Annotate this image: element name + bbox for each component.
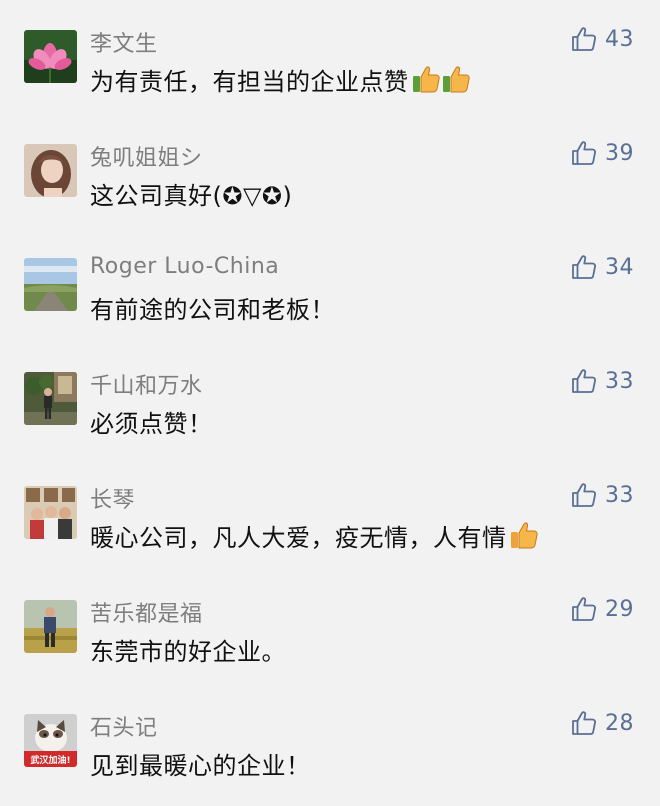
thumbs-up-outline-icon <box>572 255 596 279</box>
like-count: 34 <box>605 254 634 280</box>
like-count: 28 <box>605 710 634 736</box>
thumbs-up-outline-icon <box>572 711 596 735</box>
like-count: 29 <box>605 596 634 622</box>
avatar-badge-text: 武汉加油! <box>30 754 70 766</box>
like-button[interactable]: 34 <box>571 254 634 280</box>
comment-item: 兔叽姐姐シ 这公司真好(✪▽✪) 39 <box>0 141 660 258</box>
thumbs-up-outline-icon <box>572 369 596 393</box>
comment-item: 武汉加油! 石头记 见到最暖心的企业！ 28 <box>0 711 660 806</box>
like-count: 39 <box>605 140 634 166</box>
thumbs-up-outline-icon <box>572 141 596 165</box>
comment-item: 千山和万水 必须点赞！ 33 <box>0 369 660 486</box>
comment-text-body: 为有责任，有担当的企业点赞 <box>90 68 409 96</box>
username[interactable]: 千山和万水 <box>90 368 203 400</box>
like-button[interactable]: 28 <box>571 710 634 736</box>
avatar[interactable] <box>24 144 77 197</box>
thumbs-up-emoji-icon <box>509 520 539 556</box>
username[interactable]: 长琴 <box>90 482 135 514</box>
thumbs-up-outline-icon <box>572 27 596 51</box>
avatar[interactable] <box>24 372 77 425</box>
comment-text: 这公司真好(✪▽✪) <box>90 176 292 211</box>
thumbs-up-outline-icon <box>572 597 596 621</box>
comment-text: 有前途的公司和老板！ <box>90 290 335 325</box>
like-count: 43 <box>605 26 634 52</box>
like-button[interactable]: 33 <box>571 368 634 394</box>
avatar[interactable] <box>24 30 77 83</box>
username[interactable]: 兔叽姐姐シ <box>90 140 203 172</box>
avatar[interactable] <box>24 600 77 653</box>
avatar[interactable] <box>24 258 77 311</box>
comment-item: 李文生 为有责任，有担当的企业点赞 43 <box>0 27 660 144</box>
comment-text: 东莞市的好企业。 <box>90 632 286 667</box>
like-count: 33 <box>605 368 634 394</box>
comment-item: 苦乐都是福 东莞市的好企业。 29 <box>0 597 660 714</box>
comment-text: 为有责任，有担当的企业点赞 <box>90 62 471 100</box>
comment-text-body: 必须点赞！ <box>90 410 213 438</box>
comment-text: 见到最暖心的企业！ <box>90 746 311 781</box>
like-button[interactable]: 33 <box>571 482 634 508</box>
comment-text-body: 这公司真好(✪▽✪) <box>90 182 293 210</box>
avatar[interactable]: 武汉加油! <box>24 714 77 767</box>
username[interactable]: 石头记 <box>90 710 158 742</box>
like-count: 33 <box>605 482 634 508</box>
username[interactable]: 李文生 <box>90 26 158 58</box>
username[interactable]: 苦乐都是福 <box>90 596 203 628</box>
avatar[interactable] <box>24 486 77 539</box>
comment-text-body: 东莞市的好企业。 <box>90 638 286 666</box>
comment-text-body: 暖心公司，凡人大爱，疫无情，人有情 <box>90 524 507 552</box>
comment-text: 暖心公司，凡人大爱，疫无情，人有情 <box>90 518 539 556</box>
comment-item: 长琴 暖心公司，凡人大爱，疫无情，人有情 33 <box>0 483 660 600</box>
comment-text-body: 有前途的公司和老板！ <box>90 296 335 324</box>
like-button[interactable]: 43 <box>571 26 634 52</box>
comment-text-body: 见到最暖心的企业！ <box>90 752 311 780</box>
comment-list: 李文生 为有责任，有担当的企业点赞 43 兔叽姐姐シ 这公司真好(✪▽✪) 39 <box>0 0 660 806</box>
thumbs-up-outline-icon <box>572 483 596 507</box>
like-button[interactable]: 39 <box>571 140 634 166</box>
thumbs-up-emoji-icon <box>411 64 471 100</box>
username[interactable]: Roger Luo-China <box>90 254 279 279</box>
like-button[interactable]: 29 <box>571 596 634 622</box>
comment-text: 必须点赞！ <box>90 404 213 439</box>
comment-item: Roger Luo-China 有前途的公司和老板！ 34 <box>0 254 660 372</box>
